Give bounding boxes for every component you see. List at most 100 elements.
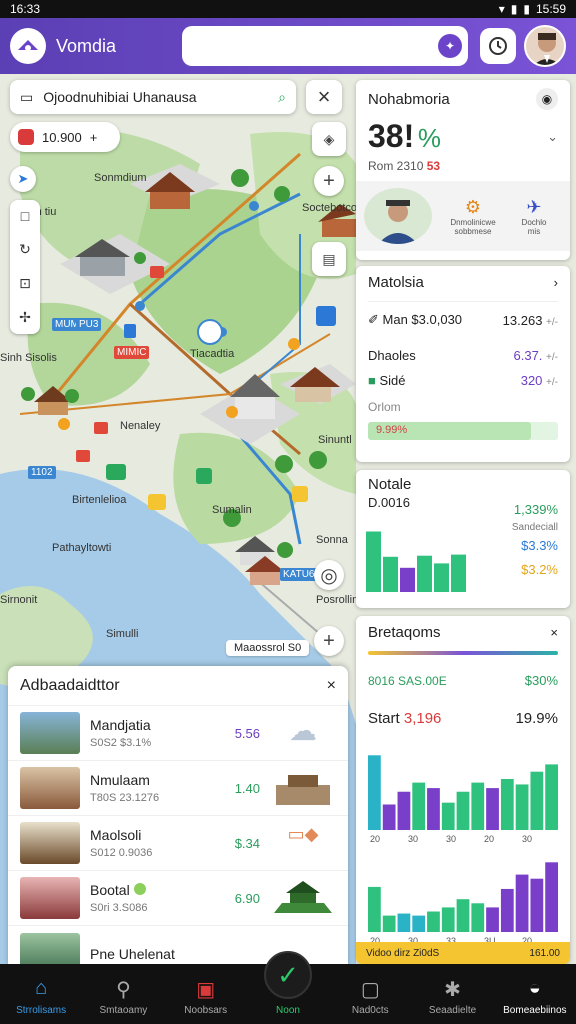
chart-bar	[427, 911, 440, 932]
chart-bar	[530, 771, 544, 830]
adjust-icon[interactable]: +/-	[546, 377, 558, 388]
close-icon: ×	[317, 84, 331, 109]
lock-tool-icon[interactable]: ⊡	[19, 275, 31, 292]
chart-bar	[368, 886, 381, 932]
cloud-icon: ☁	[289, 715, 317, 746]
select-tool-icon[interactable]: □	[21, 208, 29, 224]
breakdown-chart-top: 20 30 30 20 30	[368, 755, 558, 844]
wifi-icon: ▾	[498, 2, 505, 16]
chevron-right-icon[interactable]: ›	[554, 275, 558, 290]
map-search-bar[interactable]: ▭ Ojoodnuhibiai Uhanausa ⌕	[10, 80, 296, 114]
summary-card[interactable]: Nohabmoria ◉ 38! % ⌄ Rom 2310 53 ⚙ Dnmol…	[356, 80, 570, 260]
metrics-card[interactable]: Matolsia › ✐ Man $3.0,030 13.263 +/- Dha…	[356, 266, 570, 462]
list-item-value: $.34	[234, 835, 260, 851]
app-bar: Vomdia ✦	[0, 18, 576, 74]
chart-bar	[545, 862, 558, 932]
settings-icon[interactable]: ◉	[536, 88, 558, 110]
tag-icon: ▭◆	[287, 824, 319, 844]
nav-item-notes[interactable]: ▣ Noobsars	[165, 977, 247, 1016]
list-item-value: 6.90	[234, 890, 260, 906]
locate-button[interactable]: ◎	[314, 560, 344, 590]
list-item-sub: S012 0.9036	[90, 847, 153, 859]
list-item-title: Bootal	[90, 882, 200, 898]
voice-search-icon[interactable]: ✦	[438, 34, 462, 58]
compass-button[interactable]: ➤	[10, 166, 36, 192]
chart-bar	[382, 804, 396, 830]
adjust-icon[interactable]: +/-	[546, 352, 558, 363]
list-item[interactable]: Mandjatia S0S2 $3.1% 5.56 ☁	[8, 706, 348, 761]
wallet-icon: ✐	[368, 312, 379, 327]
breakdown-chart-bottom: 20 30 33 3U 20	[368, 862, 558, 946]
user-avatar[interactable]	[524, 25, 566, 67]
breakdown-card[interactable]: Bretaqoms × 8016 SAS.00E $30% Start 3,19…	[356, 616, 570, 964]
app-logo[interactable]	[10, 28, 46, 64]
thumb-caption: Dnmolinicwe sobbmese	[450, 217, 496, 236]
chart-bar	[368, 755, 381, 830]
print-button[interactable]: ▤	[312, 242, 346, 276]
totals-value: Sandeciall	[511, 522, 558, 533]
rotate-tool-icon[interactable]: ↻	[19, 241, 31, 258]
add-icon[interactable]: +	[90, 130, 98, 145]
list-item-value: 1.40	[234, 780, 260, 796]
building-icon	[270, 769, 336, 809]
map-search-text[interactable]: Ojoodnuhibiai Uhanausa	[43, 89, 278, 105]
zoom-in-button[interactable]: +	[314, 166, 344, 196]
map-close-button[interactable]: ×	[306, 80, 342, 114]
chart-bar	[400, 567, 415, 592]
battery-icon: ▮	[523, 2, 530, 16]
summary-value: 38!	[368, 118, 415, 154]
breakdown-title: Bretaqoms	[368, 624, 441, 641]
list-item[interactable]: Bootal S0ri 3.S086 6.90	[8, 871, 348, 926]
metric-footer-label: Orlom	[368, 400, 401, 414]
chart-bar	[486, 788, 499, 830]
breakdown-footer-left: Vidoo dirz Zi0dS	[366, 947, 440, 959]
top-search[interactable]: ✦	[182, 26, 468, 66]
list-item[interactable]: Maolsoli S012 0.9036 $.34 ▭◆	[8, 816, 348, 871]
folder-icon: ▭	[20, 88, 34, 105]
nav-item-home[interactable]: ⌂ Strrolisams	[0, 977, 82, 1016]
search-icon[interactable]: ⌕	[278, 89, 286, 106]
house-thumbnail	[20, 877, 80, 919]
profile-icon: ◒	[528, 977, 541, 999]
chart-bar	[456, 899, 470, 932]
close-icon[interactable]: ×	[327, 677, 336, 695]
status-time: 16:33	[10, 2, 41, 16]
status-bar: 16:33 ▾ ▮ ▮ 15:59	[0, 0, 576, 18]
map-label: Soctebotco	[302, 202, 358, 214]
nav-item-docs[interactable]: ▢ Nad0cts	[329, 977, 411, 1016]
history-button[interactable]	[480, 28, 516, 64]
layers-icon: ◈	[323, 130, 335, 147]
totals-value: $3.2%	[521, 562, 558, 577]
close-icon[interactable]: ×	[550, 625, 558, 640]
metric-value: 13.263	[502, 312, 543, 328]
breakdown-row-value: $30%	[524, 673, 558, 688]
nav-item-profile[interactable]: ◒ Bomeaebiinos	[494, 977, 576, 1016]
chart-bar	[515, 874, 529, 932]
nav-item-summary[interactable]: ⚲ Smtaoamy	[82, 977, 164, 1016]
app-title: Vomdia	[56, 35, 117, 56]
top-search-input[interactable]	[182, 26, 422, 66]
zoom-in-button-lower[interactable]: +	[314, 626, 344, 656]
chevron-down-icon[interactable]: ⌄	[547, 129, 558, 145]
adjust-icon[interactable]: +/-	[546, 317, 558, 328]
profile-thumb[interactable]	[364, 188, 432, 244]
house-thumbnail	[20, 932, 80, 966]
layers-button[interactable]: ◈	[312, 122, 346, 156]
nav-item-center[interactable]: ✓ Noon	[247, 951, 329, 1016]
summary-unit: %	[417, 123, 441, 153]
chart-bar	[441, 907, 455, 932]
totals-card[interactable]: Notale D.0016 1,339% Sandeciall $3.3% $3…	[356, 470, 570, 608]
breakdown-row-label: 8016 SAS.00E	[368, 673, 447, 688]
status-square-icon: ■	[368, 373, 376, 388]
chart-bar	[500, 888, 514, 932]
chart-bar	[530, 878, 544, 932]
map-label: Posrollin	[316, 594, 359, 606]
map-label: Sirnonit	[0, 594, 38, 606]
filter-chip[interactable]: 10.900 +	[10, 122, 120, 152]
chart-tick: 20	[484, 834, 494, 844]
list-item[interactable]: Nmulaam T80S 23.1276 1.40	[8, 761, 348, 816]
pin-tool-icon[interactable]: ✢	[19, 309, 31, 326]
chart-bar	[486, 907, 499, 932]
nav-item-activity[interactable]: ✱ Seaadielte	[412, 977, 494, 1016]
map-toolbar: □ ↻ ⊡ ✢	[10, 200, 40, 334]
